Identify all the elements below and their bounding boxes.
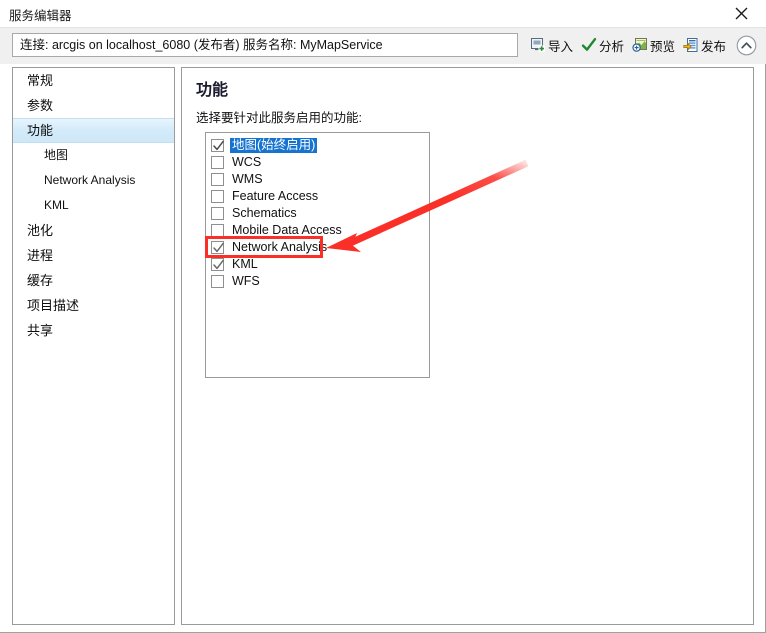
- sidebar-item-caching[interactable]: 缓存: [13, 268, 174, 293]
- sidebar-item-item-description[interactable]: 项目描述: [13, 293, 174, 318]
- sidebar-item-kml[interactable]: KML: [13, 193, 174, 218]
- preview-button-label: 预览: [650, 39, 676, 54]
- close-button[interactable]: [724, 2, 758, 24]
- list-item[interactable]: 地图(始终启用): [206, 137, 429, 154]
- sidebar-item-general[interactable]: 常规: [13, 68, 174, 93]
- checkmark-icon: [213, 259, 224, 270]
- publish-button[interactable]: 发布: [679, 35, 730, 56]
- checkbox-unchecked[interactable]: [211, 224, 224, 237]
- list-item-label: WFS: [232, 274, 260, 288]
- chevron-up-circle-icon: [736, 35, 757, 55]
- import-icon: [531, 38, 545, 52]
- list-item-label: 地图(始终启用): [230, 138, 318, 153]
- list-item[interactable]: WCS: [206, 154, 429, 171]
- sidebar-item-label: Network Analysis: [44, 173, 136, 187]
- page-title: 功能: [196, 82, 229, 99]
- sidebar-item-label: 常规: [27, 73, 54, 88]
- list-item[interactable]: WMS: [206, 171, 429, 188]
- checkbox-unchecked[interactable]: [211, 190, 224, 203]
- sidebar-item-label: 进程: [27, 248, 54, 263]
- publish-button-label: 发布: [701, 39, 727, 54]
- list-item-label: Network Analysis: [232, 240, 328, 254]
- list-item-label: KML: [232, 257, 258, 271]
- preview-icon: [632, 38, 648, 52]
- sidebar-item-label: 功能: [27, 123, 54, 138]
- analyze-button[interactable]: 分析: [577, 35, 628, 56]
- check-icon: [581, 38, 597, 51]
- content-panel: 功能 选择要针对此服务启用的功能: 地图(始终启用) WCS WMS Featu…: [181, 67, 754, 625]
- sidebar-item-label: KML: [44, 198, 69, 212]
- collapse-toolbar-button[interactable]: [736, 35, 757, 56]
- sidebar-item-label: 池化: [27, 223, 54, 238]
- sidebar-item-network-analysis[interactable]: Network Analysis: [13, 168, 174, 193]
- close-icon: [735, 7, 747, 20]
- sidebar-item-label: 缓存: [27, 273, 54, 288]
- list-item[interactable]: Feature Access: [206, 188, 429, 205]
- list-item-label: Schematics: [232, 206, 297, 220]
- checkmark-icon: [213, 140, 224, 151]
- list-item[interactable]: KML: [206, 256, 429, 273]
- service-editor-window: 服务编辑器 连接: arcgis on localhost_6080 (发布者)…: [0, 0, 766, 633]
- checkmark-icon: [213, 242, 224, 253]
- sidebar-item-map[interactable]: 地图: [13, 143, 174, 168]
- navigation-sidebar[interactable]: 常规 参数 功能 地图 Network Analysis KML 池化 进程 缓…: [12, 67, 175, 625]
- analyze-button-label: 分析: [599, 39, 625, 54]
- list-item-label: Feature Access: [232, 189, 319, 203]
- sidebar-item-pooling[interactable]: 池化: [13, 218, 174, 243]
- preview-button[interactable]: 预览: [628, 35, 679, 56]
- import-button[interactable]: 导入: [526, 35, 577, 56]
- checkbox-checked[interactable]: [211, 139, 224, 152]
- connection-text: 连接: arcgis on localhost_6080 (发布者) 服务名称:…: [20, 38, 383, 52]
- sidebar-item-processes[interactable]: 进程: [13, 243, 174, 268]
- list-item[interactable]: Network Analysis: [206, 239, 429, 256]
- import-button-label: 导入: [548, 39, 574, 54]
- connection-info-field[interactable]: 连接: arcgis on localhost_6080 (发布者) 服务名称:…: [12, 33, 518, 57]
- checkbox-unchecked[interactable]: [211, 156, 224, 169]
- sidebar-item-label: 共享: [27, 323, 54, 338]
- sidebar-item-parameters[interactable]: 参数: [13, 93, 174, 118]
- list-item[interactable]: WFS: [206, 273, 429, 290]
- capabilities-listbox[interactable]: 地图(始终启用) WCS WMS Feature Access Schemati…: [205, 132, 430, 378]
- sidebar-item-label: 地图: [44, 148, 69, 162]
- publish-icon: [683, 38, 698, 52]
- list-item[interactable]: Schematics: [206, 205, 429, 222]
- checkbox-unchecked[interactable]: [211, 207, 224, 220]
- window-title: 服务编辑器: [9, 9, 72, 23]
- checkbox-unchecked[interactable]: [211, 173, 224, 186]
- action-toolbar: 导入 分析 预览 发布: [526, 33, 758, 57]
- sidebar-item-label: 参数: [27, 98, 54, 113]
- list-item-label: WCS: [232, 155, 262, 169]
- checkbox-checked[interactable]: [211, 258, 224, 271]
- checkbox-unchecked[interactable]: [211, 275, 224, 288]
- list-item[interactable]: Mobile Data Access: [206, 222, 429, 239]
- title-bar: 服务编辑器: [0, 0, 766, 27]
- sidebar-item-label: 项目描述: [27, 298, 80, 313]
- sidebar-item-capabilities[interactable]: 功能: [13, 118, 174, 143]
- list-item-label: Mobile Data Access: [232, 223, 342, 237]
- list-item-label: WMS: [232, 172, 263, 186]
- checkbox-checked[interactable]: [211, 241, 224, 254]
- page-description: 选择要针对此服务启用的功能:: [196, 111, 362, 125]
- sidebar-item-sharing[interactable]: 共享: [13, 318, 174, 343]
